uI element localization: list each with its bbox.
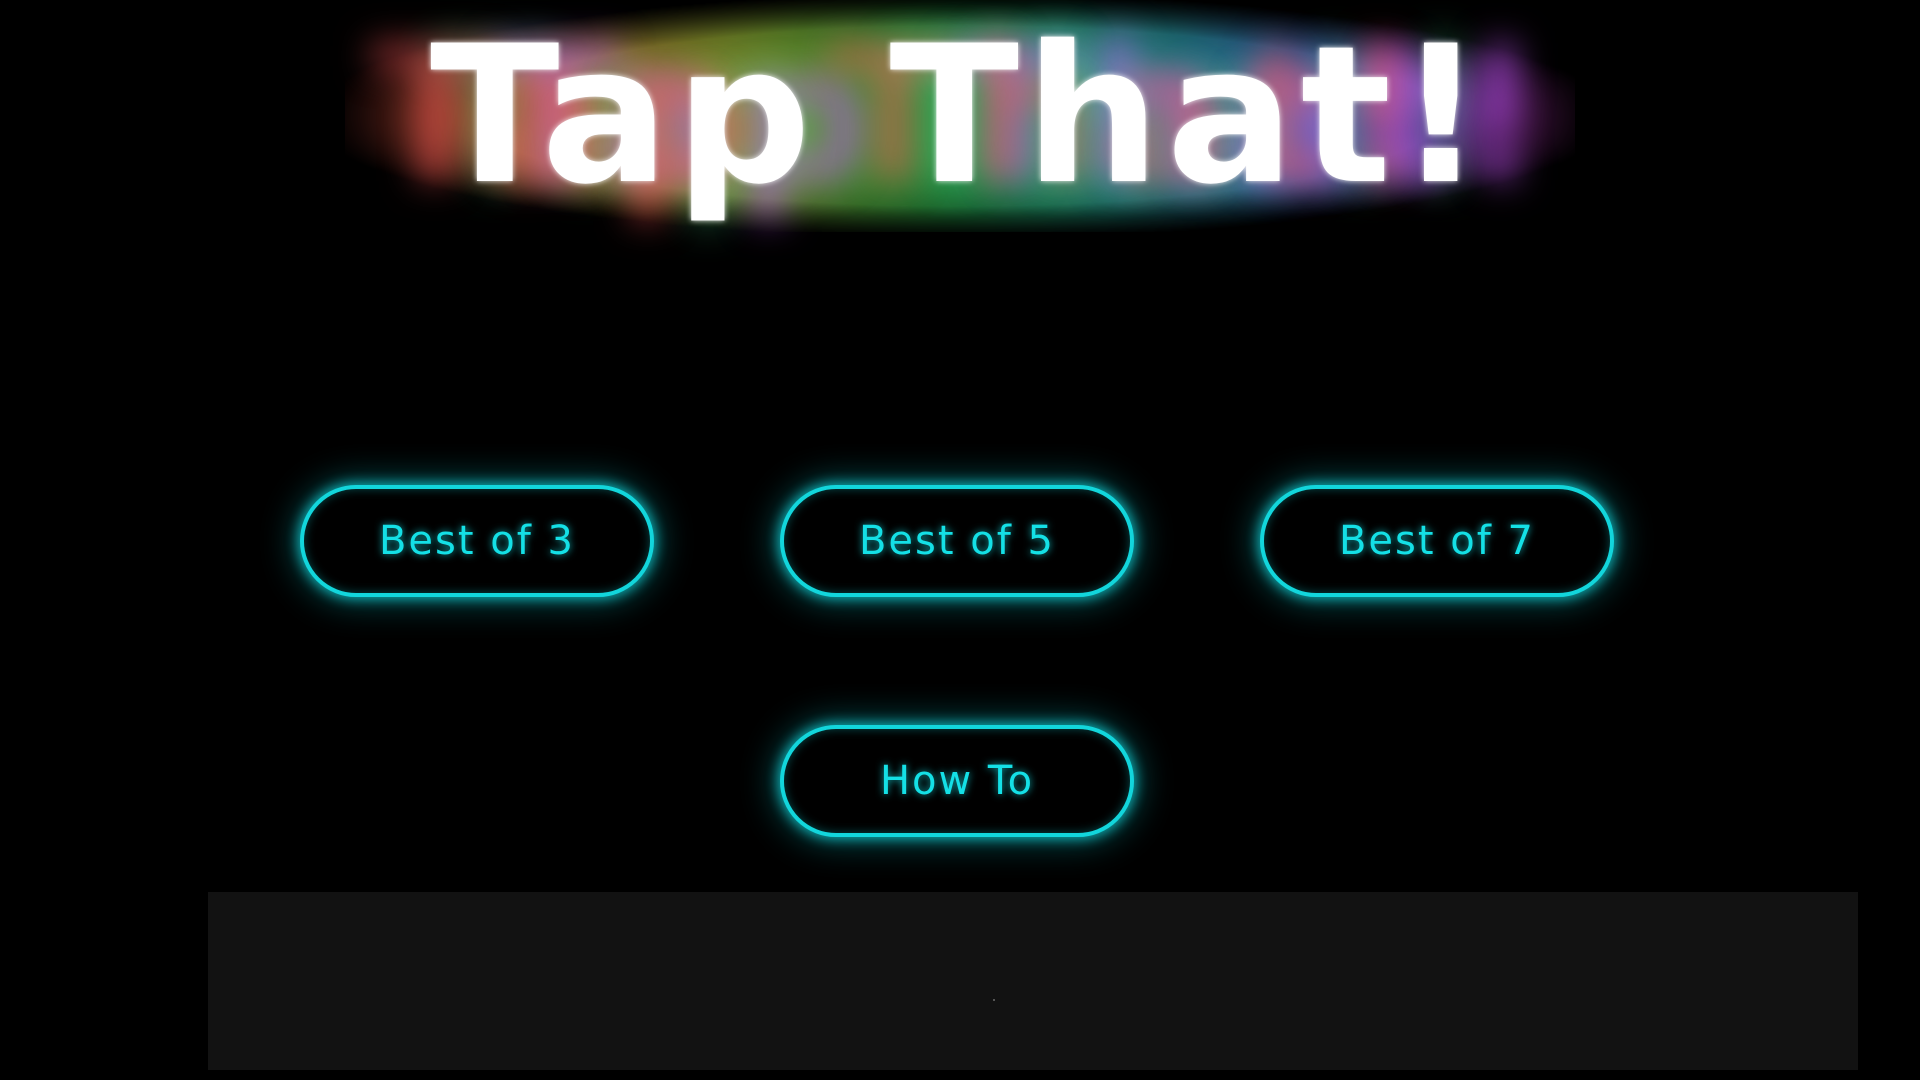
best-of-7-button[interactable]: Best of 7: [1260, 485, 1614, 597]
best-of-7-label: Best of 7: [1338, 518, 1535, 564]
game-screen: Tap That! Best of 3 Best of 5 Best of 7 …: [0, 0, 1920, 1080]
best-of-5-button[interactable]: Best of 5: [780, 485, 1134, 597]
game-title: Tap That!: [429, 5, 1491, 226]
how-to-button[interactable]: How To: [780, 725, 1134, 837]
title-banner: Tap That!: [345, 0, 1575, 232]
best-of-3-label: Best of 3: [378, 518, 575, 564]
best-of-3-button[interactable]: Best of 3: [300, 485, 654, 597]
panel-dot: [993, 999, 995, 1001]
best-of-5-label: Best of 5: [858, 518, 1055, 564]
how-to-label: How To: [879, 758, 1035, 804]
bottom-banner-panel: [208, 892, 1858, 1070]
